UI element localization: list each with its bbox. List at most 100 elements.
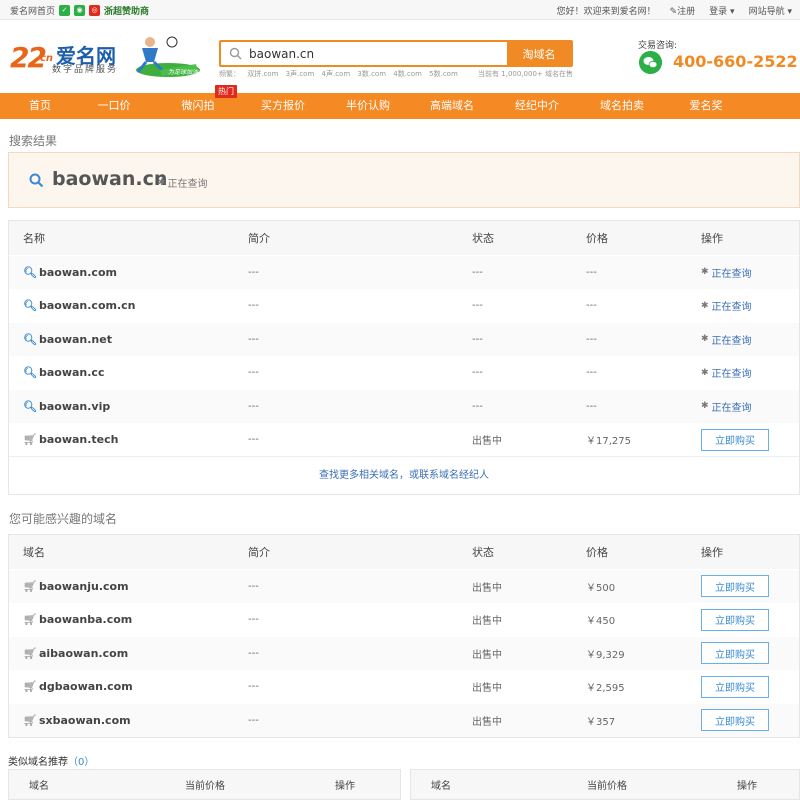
buy-now-button[interactable]: 立即购买 xyxy=(701,675,769,698)
contact-broker-link[interactable]: 联系域名经纪人 xyxy=(419,470,489,481)
domain-name: baowanju.com xyxy=(38,579,129,593)
hint-tag[interactable]: 3声.com xyxy=(286,69,315,79)
domain-name: baowan.net xyxy=(38,332,112,346)
price-cell: --- xyxy=(586,367,597,379)
search-result-box: baowan.cn ✱ 正在查询 xyxy=(8,152,800,208)
nav-item-award[interactable]: 爱名奖 xyxy=(690,93,723,119)
more-sep: ，或 xyxy=(399,470,419,481)
header-action: 操作 xyxy=(335,781,355,792)
domain-cell[interactable]: 🔍︎ baowan.com xyxy=(23,256,117,289)
action-cell: 立即购买 xyxy=(701,424,769,457)
action-cell: ✱ 正在查询 xyxy=(701,390,752,423)
domain-cell[interactable]: 🛒︎ dgbaowan.com xyxy=(23,671,133,704)
table-row: 🔍︎ baowan.com.cn --- --- --- ✱ 正在查询 xyxy=(9,288,799,323)
status-cell: 出售中 xyxy=(472,716,502,728)
hint-tag[interactable]: 双拼.com xyxy=(247,69,278,79)
results-rows: 🔍︎ baowan.com --- --- --- ✱ 正在查询 🔍︎ baowan.… xyxy=(9,255,799,456)
domain-cell[interactable]: 🛒︎ baowanba.com xyxy=(23,604,132,637)
loading-spinner-icon: ✱ xyxy=(701,401,709,412)
header-intro: 简介 xyxy=(248,232,270,245)
action-cell: 立即购买 xyxy=(701,704,769,737)
table-row: 🔍︎ baowan.net --- --- --- ✱ 正在查询 xyxy=(9,322,799,356)
wechat-icon[interactable]: ◉ xyxy=(74,5,86,16)
cart-icon: 🛒︎ xyxy=(23,713,37,727)
hint-tag[interactable]: 4声.com xyxy=(322,69,351,79)
nav-item-auction[interactable]: 域名拍卖 xyxy=(600,93,644,119)
domain-cell[interactable]: 🔍︎ baowan.cc xyxy=(23,357,104,390)
interest-table: 域名 简介 状态 价格 操作 🛒︎ baowanju.com --- 出售中 ￥5… xyxy=(8,534,800,738)
intro-cell: --- xyxy=(248,434,259,446)
home-link[interactable]: 爱名网首页 xyxy=(10,4,55,17)
domain-cell[interactable]: 🔍︎ baowan.net xyxy=(23,323,112,356)
cart-icon: 🛒︎ xyxy=(23,613,37,627)
nav-item-buyer-offer[interactable]: 买方报价 xyxy=(261,93,305,119)
cart-icon: 🛒︎ xyxy=(23,433,37,447)
domain-name: baowan.tech xyxy=(38,433,119,447)
price-cell: --- xyxy=(586,300,597,312)
action-cell: ✱ 正在查询 xyxy=(701,256,752,289)
welcome-text: 您好！欢迎来到爱名网！ xyxy=(556,7,656,17)
domain-name: sxbaowan.com xyxy=(38,713,131,727)
buy-now-button[interactable]: 立即购买 xyxy=(701,428,769,451)
querying-text: 正在查询 xyxy=(711,302,752,314)
domain-cell[interactable]: 🛒︎ baowanju.com xyxy=(23,570,129,603)
hint-tag[interactable]: 3数.com xyxy=(357,69,386,79)
buy-now-button[interactable]: 立即购买 xyxy=(701,642,769,665)
action-cell: ✱ 正在查询 xyxy=(701,357,752,390)
nav-item-home[interactable]: 首页 xyxy=(29,93,51,119)
site-nav-dropdown[interactable]: 网站导航 ▾ xyxy=(749,4,792,17)
domain-cell[interactable]: 🔍︎ baowan.vip xyxy=(23,390,110,423)
buy-now-button[interactable]: 立即购买 xyxy=(701,575,769,598)
search-icon xyxy=(29,173,44,188)
buy-now-button[interactable]: 立即购买 xyxy=(701,709,769,732)
similar-table-right: 域名 当前价格 操作 xyxy=(410,769,800,800)
interest-title: 您可能感兴趣的域名 xyxy=(9,512,118,526)
domain-cell[interactable]: 🔍︎ baowan.com.cn xyxy=(23,290,136,323)
nav-item-fixed-price[interactable]: 一口价 xyxy=(98,93,131,119)
querying-text: 正在查询 xyxy=(711,369,752,381)
weibo-icon[interactable]: ◎ xyxy=(89,5,101,16)
header-name: 名称 xyxy=(23,232,45,245)
hint-prefix: 频繁： xyxy=(219,70,240,78)
search-input[interactable] xyxy=(249,42,507,65)
results-table: 名称 简介 状态 价格 操作 🔍︎ baowan.com --- --- --- … xyxy=(8,220,800,495)
domain-cell[interactable]: 🛒︎ sxbaowan.com xyxy=(23,704,131,737)
more-domains-link[interactable]: 查找更多相关域名 xyxy=(319,470,399,481)
price-cell: ￥2,595 xyxy=(586,683,625,695)
login-dropdown[interactable]: 登录 ▾ xyxy=(709,4,734,17)
search-button[interactable]: 淘域名 xyxy=(507,42,571,65)
price-cell: ￥500 xyxy=(586,582,616,594)
table-row: 🛒︎ sxbaowan.com --- 出售中 ￥357 立即购买 xyxy=(9,703,799,737)
header-domain: 域名 xyxy=(23,546,45,559)
app-icon[interactable]: ✓ xyxy=(59,5,71,16)
intro-cell: --- xyxy=(248,714,259,726)
action-cell: 立即购买 xyxy=(701,671,769,704)
status-cell: 出售中 xyxy=(472,649,502,661)
price-cell: --- xyxy=(586,333,597,345)
site-nav-label: 网站导航 xyxy=(748,7,785,17)
table-row: 🔍︎ baowan.cc --- --- --- ✱ 正在查询 xyxy=(9,355,799,390)
register-link[interactable]: ✎注册 xyxy=(670,4,696,17)
hint-tag[interactable]: 5数.com xyxy=(429,69,458,79)
intro-cell: --- xyxy=(248,400,259,412)
sponsor-link[interactable]: 浙超赞助商 xyxy=(104,4,149,17)
nav-item-half-price[interactable]: 半价认购 xyxy=(346,93,390,119)
cart-icon: 🛒︎ xyxy=(23,579,37,593)
intro-cell: --- xyxy=(248,681,259,693)
table-row: 🔍︎ baowan.vip --- --- --- ✱ 正在查询 xyxy=(9,389,799,423)
nav-item-flash-auction[interactable]: 微闪拍 xyxy=(182,93,215,119)
logo-tagline: 数字品牌服务 xyxy=(52,65,119,75)
similar-title-text: 类似域名推荐 xyxy=(8,757,68,768)
table-row: 🛒︎ dgbaowan.com --- 出售中 ￥2,595 立即购买 xyxy=(9,669,799,704)
nav-item-broker[interactable]: 经纪中介 xyxy=(515,93,559,119)
querying-text: 正在查询 xyxy=(711,335,752,347)
domain-cell[interactable]: 🛒︎ baowan.tech xyxy=(23,424,119,457)
login-label: 登录 xyxy=(709,7,728,17)
table-header: 域名 简介 状态 价格 操作 xyxy=(9,535,799,569)
table-header: 名称 简介 状态 价格 操作 xyxy=(9,221,799,255)
wechat-icon[interactable] xyxy=(639,51,662,74)
nav-item-premium[interactable]: 高端域名 xyxy=(430,93,474,119)
hint-tag[interactable]: 4数.com xyxy=(393,69,422,79)
domain-cell[interactable]: 🛒︎ aibaowan.com xyxy=(23,637,128,670)
buy-now-button[interactable]: 立即购买 xyxy=(701,608,769,631)
